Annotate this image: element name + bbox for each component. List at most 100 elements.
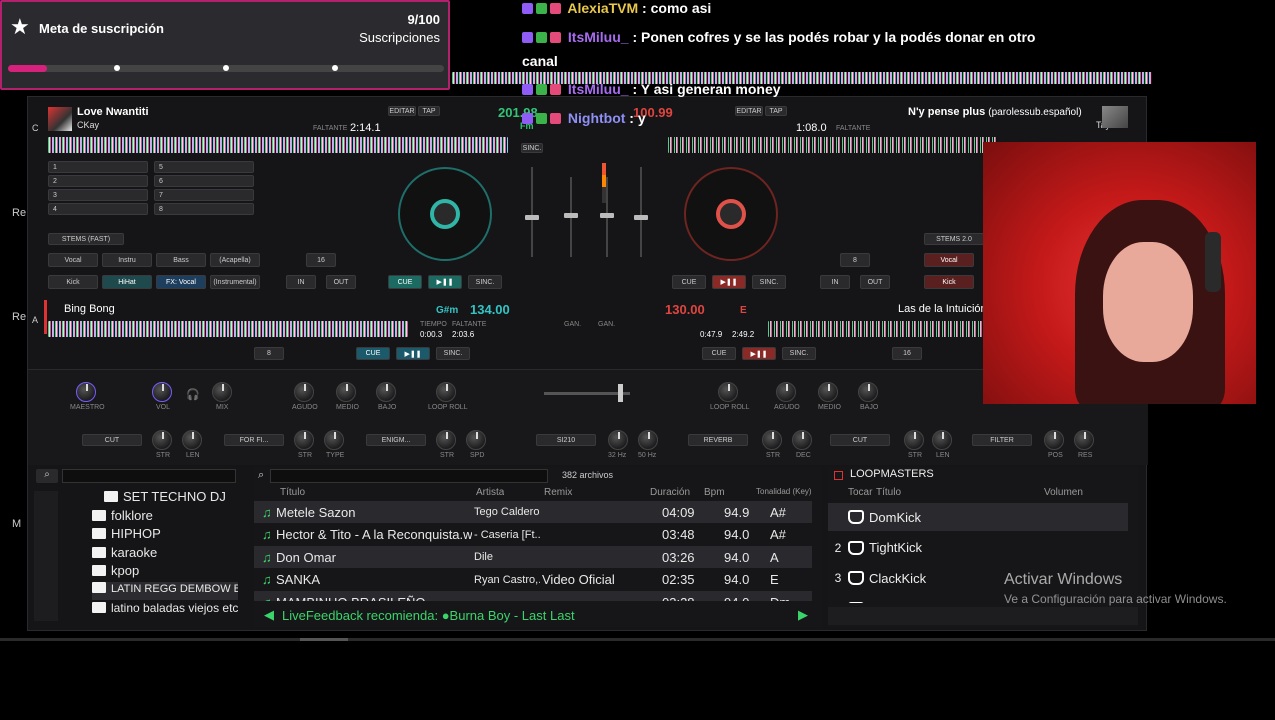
deck-a-sync-button[interactable]: SINC. [468, 275, 502, 289]
hotcue-pad[interactable]: 8 [154, 203, 254, 215]
stem-instrumental[interactable]: (Instrumental) [210, 275, 260, 289]
chat-username[interactable]: AlexiaTVM [564, 0, 638, 16]
folder-item[interactable]: HIPHOP [92, 526, 238, 544]
deck-b-cue-button[interactable]: CUE [672, 275, 706, 289]
track-row[interactable]: ♫ MAMBINHO BRASILEÑO 03:28 94.0 Dm [254, 591, 812, 601]
deck-d-play-button[interactable]: ▶❚❚ [742, 347, 776, 360]
folder-item[interactable]: SET TECHNO DJ [104, 489, 238, 507]
deck-a-cue-button[interactable]: CUE [388, 275, 422, 289]
fx-knob[interactable] [182, 430, 202, 450]
hotcue-pad[interactable]: 4 [48, 203, 148, 215]
loop-roll-knob[interactable] [718, 382, 738, 402]
hotcue-pad[interactable]: 7 [154, 189, 254, 201]
fx-select[interactable]: CUT [830, 434, 890, 446]
column-remix[interactable]: Remix [544, 487, 572, 498]
pitch-slider-a[interactable] [531, 167, 533, 257]
eq-mid-knob[interactable] [818, 382, 838, 402]
hotcue-pad[interactable]: 1 [48, 161, 148, 173]
folder-item[interactable]: folklore [92, 508, 238, 526]
deck-d-cue-button[interactable]: CUE [702, 347, 736, 360]
stem-hihat[interactable]: HiHat [102, 275, 152, 289]
stream-progress-thumb[interactable] [300, 638, 348, 641]
prev-arrow-icon[interactable]: ◀ [254, 607, 282, 623]
deck-c-play-button[interactable]: ▶❚❚ [396, 347, 430, 360]
stem-instru[interactable]: Instru [102, 253, 152, 267]
fx-knob[interactable] [608, 430, 628, 450]
folder-item[interactable]: karaoke [92, 545, 238, 563]
pitch-slider-a-cap[interactable] [525, 215, 539, 220]
chat-username[interactable]: Nightbot [564, 110, 626, 126]
eq-mid-knob[interactable] [336, 382, 356, 402]
track-row[interactable]: ♫ Hector & Tito - A la Reconquista.wmv - C… [254, 524, 812, 546]
deck-a-loop-length[interactable]: 16 [306, 253, 336, 267]
master-knob[interactable] [76, 382, 96, 402]
fx-knob[interactable] [1074, 430, 1094, 450]
deck-c-sync-button[interactable]: SINC. [436, 347, 470, 360]
drum-icon[interactable] [848, 571, 864, 586]
channel-fader-a-cap[interactable] [564, 213, 578, 218]
folder-item[interactable]: kpop [92, 563, 238, 581]
stem-bass[interactable]: Bass [156, 253, 206, 267]
track-row[interactable]: ♫ Don Omar Dile 03:26 94.0 A [254, 546, 812, 569]
crossfader-cap[interactable] [618, 384, 623, 402]
deck-b-loop-out[interactable]: OUT [860, 275, 890, 289]
sampler-item[interactable]: DomKick [828, 503, 1128, 531]
deck-c-cue-button[interactable]: CUE [356, 347, 390, 360]
track-row[interactable]: ♫ Metele Sazon Tego Calderon 04:09 94.9 A# [254, 501, 812, 523]
fx-knob[interactable] [638, 430, 658, 450]
deck-a-loop-in[interactable]: IN [286, 275, 316, 289]
column-duration[interactable]: Duración [650, 487, 690, 498]
track-row[interactable]: ♫SANKA Ryan Castro,...Video Oficial 02:35 9… [254, 569, 812, 591]
fx-knob[interactable] [932, 430, 952, 450]
fx-knob[interactable] [904, 430, 924, 450]
pitch-slider-b-cap[interactable] [634, 215, 648, 220]
volume-knob[interactable] [152, 382, 172, 402]
folder-search-input[interactable] [62, 469, 236, 483]
hotcue-pad[interactable]: 2 [48, 175, 148, 187]
fx-select[interactable]: FOR FI... [224, 434, 284, 446]
deck-a-loop-out[interactable]: OUT [326, 275, 356, 289]
hotcue-pad[interactable]: 6 [154, 175, 254, 187]
fx-select[interactable]: ENIGM... [366, 434, 426, 446]
headphone-icon[interactable]: 🎧 [186, 388, 200, 401]
drum-icon[interactable] [848, 601, 864, 603]
chat-username[interactable]: ItsMiluu_ [564, 81, 629, 97]
chat-username[interactable]: ItsMiluu_ [564, 29, 629, 45]
deck-d-loop-length[interactable]: 16 [892, 347, 922, 360]
eq-low-knob[interactable] [858, 382, 878, 402]
channel-fader-b-cap[interactable] [600, 213, 614, 218]
eq-high-knob[interactable] [294, 382, 314, 402]
deck-b-stems-dropdown[interactable]: STEMS 2.0 [924, 233, 984, 245]
deck-a-play-button[interactable]: ▶❚❚ [428, 275, 462, 289]
search-icon[interactable]: ⌕ [258, 469, 264, 482]
fx-knob[interactable] [324, 430, 344, 450]
fx-knob[interactable] [294, 430, 314, 450]
eq-low-knob[interactable] [376, 382, 396, 402]
next-arrow-icon[interactable]: ▶ [798, 607, 808, 623]
fx-knob[interactable] [762, 430, 782, 450]
drum-icon[interactable] [848, 540, 864, 555]
deck-b-loop-in[interactable]: IN [820, 275, 850, 289]
drum-icon[interactable] [848, 510, 864, 524]
search-icon[interactable]: ⌕ [36, 469, 58, 483]
eq-high-knob[interactable] [776, 382, 796, 402]
deck-c-loop-length[interactable]: 8 [254, 347, 284, 360]
column-title[interactable]: Título [280, 487, 305, 498]
stem-fx-vocal[interactable]: FX: Vocal [156, 275, 206, 289]
stem-kick[interactable]: Kick [924, 275, 974, 289]
pitch-slider-b[interactable] [640, 167, 642, 257]
fx-select[interactable]: REVERB [688, 434, 748, 446]
deck-d-sync-button[interactable]: SINC. [782, 347, 816, 360]
fx-knob[interactable] [436, 430, 456, 450]
mix-knob[interactable] [212, 382, 232, 402]
deck-b-edit-button[interactable]: EDITAR [735, 106, 763, 116]
folder-item[interactable]: latino baladas viejos etc [92, 601, 238, 619]
stem-acapella[interactable]: (Acapella) [210, 253, 260, 267]
fx-knob[interactable] [466, 430, 486, 450]
hotcue-pad[interactable]: 5 [154, 161, 254, 173]
deck-b-loop-length[interactable]: 8 [840, 253, 870, 267]
folder-item[interactable]: LATIN REGG DEMBOW BR AF [92, 582, 238, 600]
track-search-input[interactable] [270, 469, 548, 483]
stem-vocal[interactable]: Vocal [48, 253, 98, 267]
deck-a-jogwheel[interactable] [398, 167, 492, 261]
